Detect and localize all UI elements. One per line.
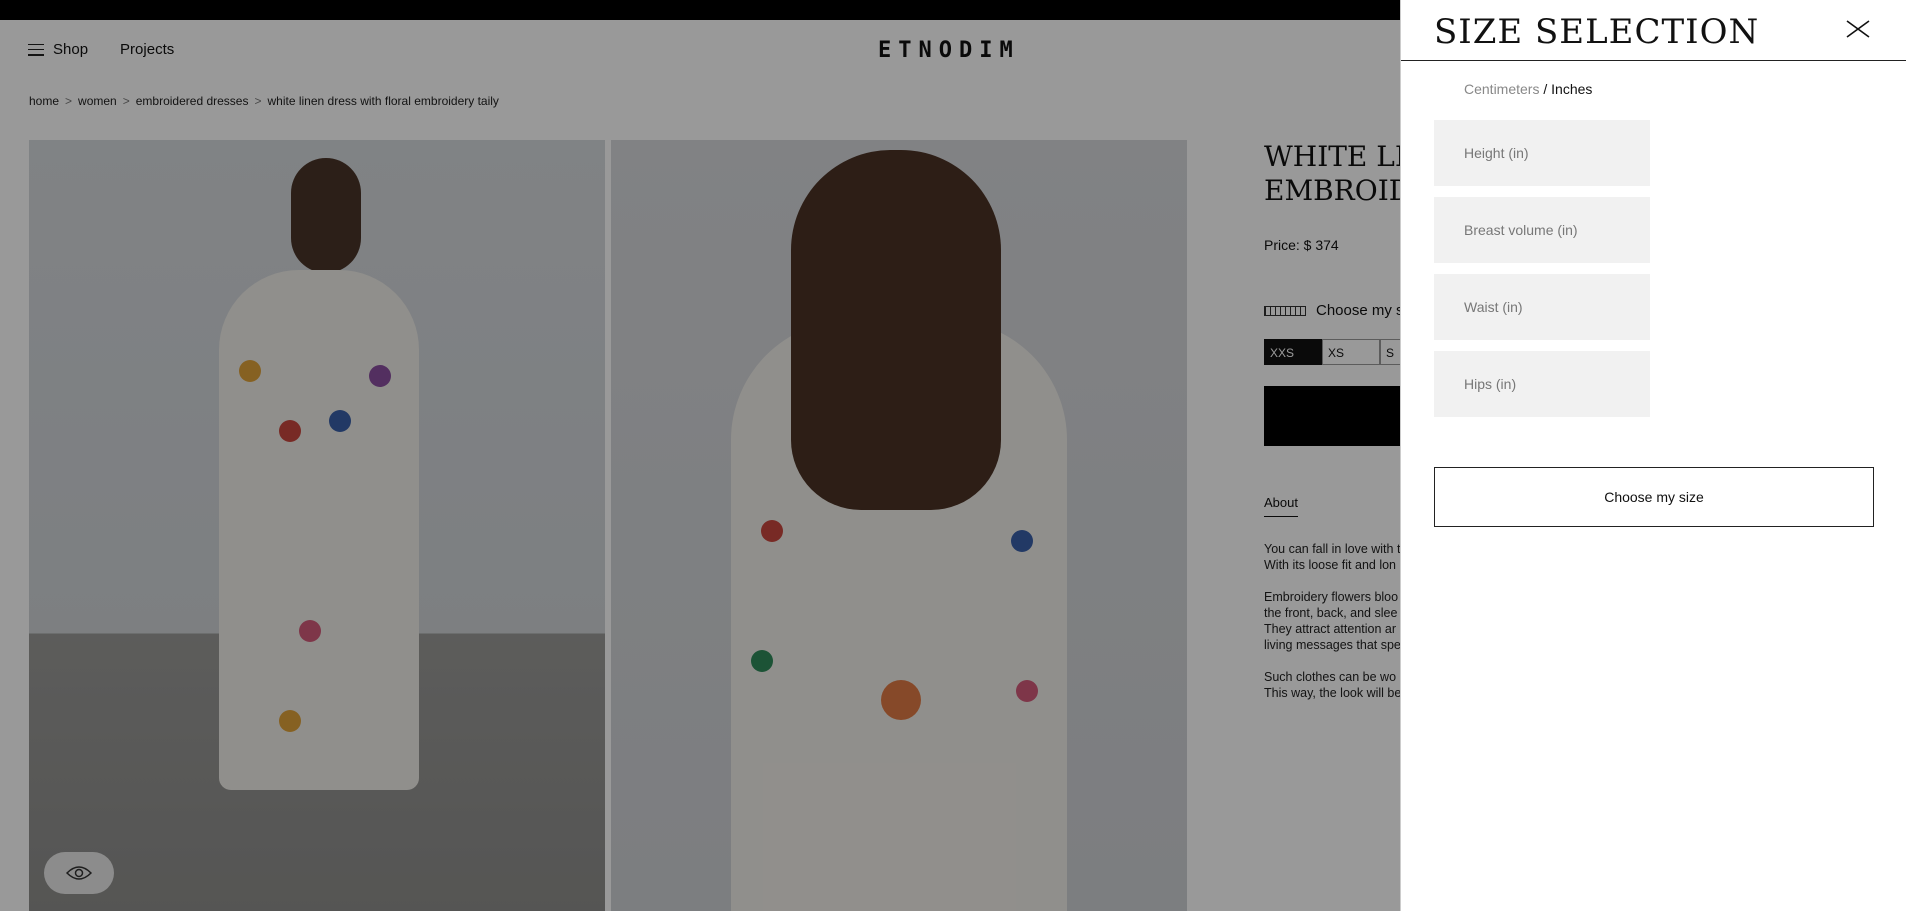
units-separator: / [1539,81,1552,97]
units-centimeters[interactable]: Centimeters [1464,81,1539,97]
size-selection-panel: SIZE SELECTION Centimeters / Inches Heig… [1400,0,1906,911]
waist-field[interactable]: Waist (in) [1434,274,1650,340]
choose-my-size-button[interactable]: Choose my size [1434,467,1874,527]
breast-volume-field[interactable]: Breast volume (in) [1434,197,1650,263]
height-field[interactable]: Height (in) [1434,120,1650,186]
close-icon[interactable] [1846,20,1870,38]
panel-header: SIZE SELECTION [1401,0,1906,61]
hips-field[interactable]: Hips (in) [1434,351,1650,417]
units-toggle: Centimeters / Inches [1464,81,1592,97]
units-inches[interactable]: Inches [1551,81,1592,97]
panel-title: SIZE SELECTION [1434,12,1760,52]
